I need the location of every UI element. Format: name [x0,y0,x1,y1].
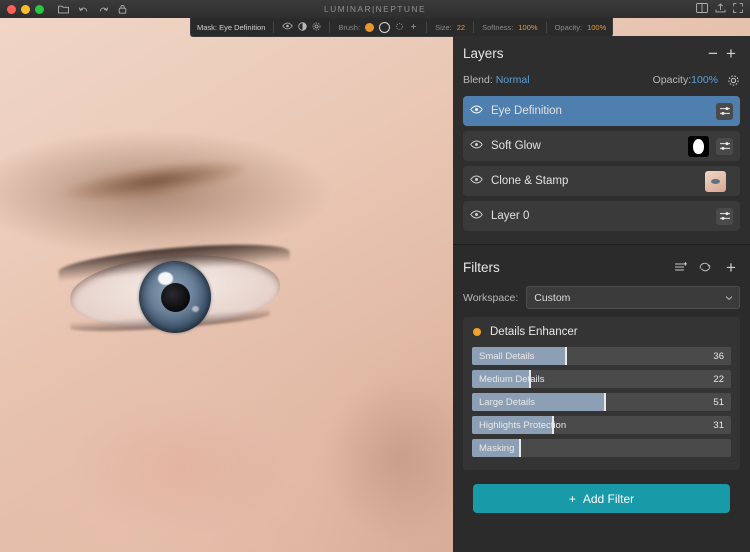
layer-row-eye-definition[interactable]: Eye Definition [463,96,740,126]
layer-name: Eye Definition [491,105,562,117]
filter-card-details-enhancer: Details Enhancer Small Details 36 Medium… [463,317,740,470]
add-filter-button[interactable]: + Add Filter [473,484,730,513]
filters-title: Filters [463,259,500,275]
layer-adjust-icon[interactable] [716,207,733,225]
mask-invert-icon[interactable] [298,21,308,33]
layers-panel: Layers − + Blend: Normal Opacity: 100% E… [453,36,750,245]
window-titlebar: LUMINAR|NEPTUNE [0,0,750,19]
mask-visibility-icon[interactable] [282,22,294,32]
remove-layer-button[interactable]: − [704,45,722,62]
brush-erase-icon[interactable] [379,21,391,33]
workspace-select[interactable]: Custom [526,286,740,309]
brush-opacity-label: Opacity: [554,22,583,32]
filter-name: Details Enhancer [490,326,578,338]
slider-large-details[interactable]: Large Details 51 [472,393,731,411]
slider-label: Highlights Protection [479,419,567,431]
layer-opacity-label: Opacity: [652,74,692,86]
layer-name: Layer 0 [491,210,530,222]
brush-size-value[interactable]: 22 [457,23,465,32]
eye-visibility-icon[interactable] [470,140,483,152]
workspace-label: Workspace: [463,291,519,304]
add-filter-icon-button[interactable]: + [722,259,740,276]
brush-label: Brush: [338,22,361,32]
slider-value: 36 [713,350,724,362]
brush-opacity-value[interactable]: 100% [587,23,606,32]
reset-filters-icon[interactable] [698,261,712,273]
slider-knob[interactable] [565,347,568,365]
toolbar-divider [545,21,547,33]
blend-label: Blend: [463,74,493,86]
toolbar-divider [273,21,275,33]
slider-value: 51 [713,396,724,408]
filter-header[interactable]: Details Enhancer [463,317,740,347]
add-filter-label: Add Filter [582,491,635,506]
toolbar-divider [426,21,428,33]
export-icon[interactable] [715,0,726,18]
panel-bottom-padding [463,513,740,523]
slider-medium-details[interactable]: Medium Details 22 [472,370,731,388]
photo-cheek [30,378,330,552]
slider-value: 22 [713,373,724,385]
layer-name: Soft Glow [491,140,541,152]
filter-enabled-icon[interactable] [473,328,481,336]
eye-visibility-icon[interactable] [470,105,483,117]
toolbar-divider [473,21,475,33]
slider-label: Large Details [479,396,535,408]
layer-adjust-icon[interactable] [716,102,733,120]
layer-row-layer-0[interactable]: Layer 0 [463,201,740,231]
filters-panel: Filters + Workspace: Custom Details Enha… [453,250,750,523]
chevron-down-icon [725,292,733,304]
filter-list-icon[interactable] [674,261,688,273]
layers-title: Layers [463,45,504,61]
layer-row-clone-stamp[interactable]: Clone & Stamp [463,166,740,196]
blend-opacity-row: Blend: Normal Opacity: 100% [463,70,740,90]
plus-icon: + [568,491,576,506]
window-title: LUMINAR|NEPTUNE [323,4,427,14]
slider-label: Small Details [479,350,535,362]
layer-image-thumbnail[interactable] [705,170,726,192]
slider-value: 31 [713,419,724,431]
brush-size-label: Size: [435,22,452,32]
slider-knob[interactable] [604,393,607,411]
workspace-value: Custom [534,291,571,304]
gear-icon[interactable] [727,74,740,87]
slider-label: Masking [479,442,515,454]
filters-header: Filters + [463,250,740,284]
compare-icon[interactable] [696,0,708,18]
slider-label: Medium Details [479,373,545,385]
photo-eyebrow [28,140,282,222]
photo-catchlight [158,272,173,285]
slider-masking[interactable]: Masking [472,439,731,457]
slider-knob[interactable] [518,439,521,457]
photo-catchlight-secondary [192,306,199,312]
fullscreen-icon[interactable] [733,0,743,18]
layer-name: Clone & Stamp [491,175,569,187]
mask-toolbar[interactable]: Mask: Eye Definition Brush: Size: 22 Sof… [190,18,614,37]
app-window: LUMINAR|NEPTUNE Mask: Eye Definition Bru… [0,0,750,552]
photo-pupil [161,283,190,312]
brush-softness-label: Softness: [482,22,514,32]
brush-more-icon[interactable] [409,22,418,33]
brush-softness-value[interactable]: 100% [518,23,537,32]
layers-header: Layers − + [463,36,740,70]
brush-soft-icon[interactable] [395,22,404,33]
workspace-row: Workspace: Custom [463,286,740,309]
titlebar-right-tools[interactable] [696,0,743,18]
brush-paint-icon[interactable] [365,22,375,32]
mask-settings-icon[interactable] [312,22,321,33]
toolbar-divider [329,21,331,33]
layer-opacity-value[interactable]: 100% [691,74,718,86]
layer-row-soft-glow[interactable]: Soft Glow [463,131,740,161]
layer-adjust-icon[interactable] [716,137,733,155]
blend-value[interactable]: Normal [496,74,530,86]
slider-highlights-protection[interactable]: Highlights Protection 31 [472,416,731,434]
eye-visibility-icon[interactable] [470,175,483,187]
eye-visibility-icon[interactable] [470,210,483,222]
layer-mask-thumbnail[interactable] [688,135,709,157]
right-sidebar: Layers − + Blend: Normal Opacity: 100% E… [453,36,750,552]
mask-toolbar-label: Mask: Eye Definition [197,22,266,32]
slider-small-details[interactable]: Small Details 36 [472,347,731,365]
add-layer-button[interactable]: + [722,45,740,62]
